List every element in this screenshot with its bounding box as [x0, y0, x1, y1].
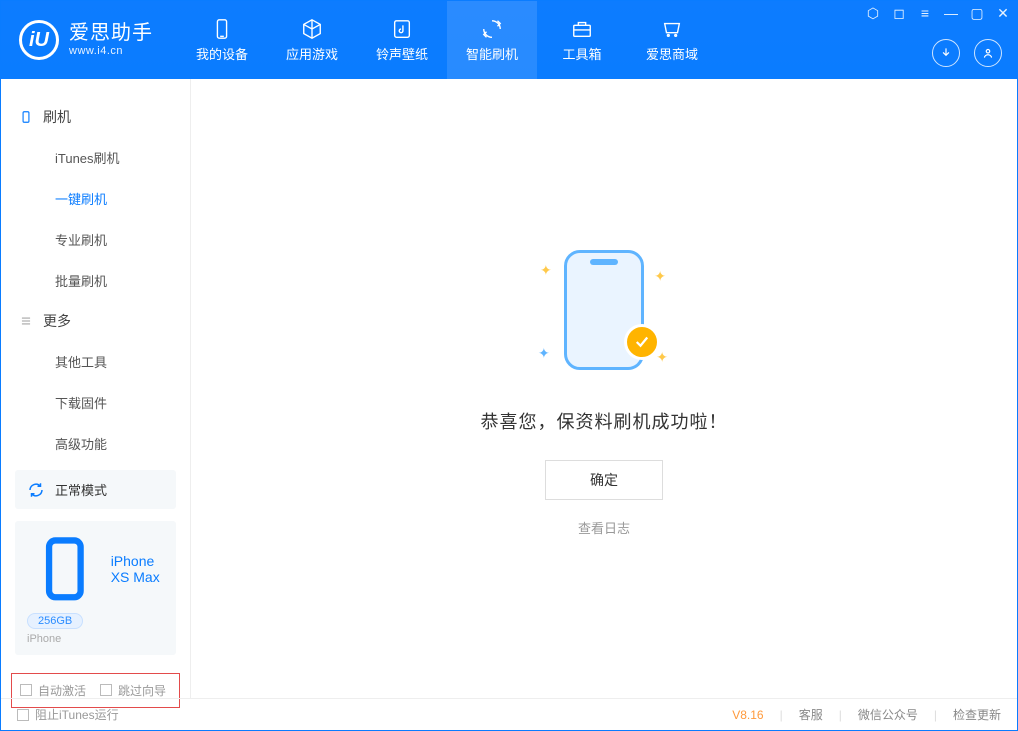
cart-icon: [659, 18, 685, 40]
sidebar: 刷机 iTunes刷机 一键刷机 专业刷机 批量刷机 更多 其他工具 下载固件 …: [1, 79, 191, 698]
main-content: ✦ ✦ ✦ ✦ 恭喜您，保资料刷机成功啦！ 确定 查看日志: [191, 79, 1017, 698]
device-type: iPhone: [27, 633, 164, 645]
rotate-icon: [479, 18, 505, 40]
cube-icon: [299, 18, 325, 40]
app-subtitle: www.i4.cn: [69, 45, 153, 58]
app-title: 爱思助手: [69, 21, 153, 45]
checkbox-auto-activate[interactable]: 自动激活: [20, 682, 86, 699]
nav-label: 铃声壁纸: [376, 44, 428, 63]
list-icon: [19, 314, 33, 328]
user-button[interactable]: [974, 39, 1002, 67]
refresh-icon: [27, 481, 45, 499]
support-link[interactable]: 客服: [799, 706, 823, 723]
sidebar-item-batch-flash[interactable]: 批量刷机: [1, 260, 190, 301]
success-check-icon: [624, 324, 660, 360]
device-mode-card[interactable]: 正常模式: [15, 470, 176, 509]
nav-app-games[interactable]: 应用游戏: [267, 1, 357, 79]
phone-icon: [19, 110, 33, 124]
music-icon: [389, 18, 415, 40]
main-nav: 我的设备 应用游戏 铃声壁纸 智能刷机 工具箱 爱思商域: [177, 1, 717, 79]
download-button[interactable]: [932, 39, 960, 67]
checkbox-label: 阻止iTunes运行: [35, 706, 119, 723]
phone-icon: [27, 531, 103, 607]
wechat-link[interactable]: 微信公众号: [858, 706, 918, 723]
device-storage-badge: 256GB: [27, 613, 83, 629]
app-header: iU 爱思助手 www.i4.cn 我的设备 应用游戏 铃声壁纸 智能刷机: [1, 1, 1017, 79]
nav-label: 工具箱: [562, 44, 601, 63]
checkbox-skip-guide[interactable]: 跳过向导: [100, 682, 166, 699]
nav-label: 爱思商域: [646, 44, 698, 63]
sparkle-icon: ✦: [540, 262, 552, 279]
check-update-link[interactable]: 检查更新: [953, 706, 1001, 723]
menu-icon[interactable]: ≡: [917, 5, 933, 21]
separator: |: [934, 708, 937, 722]
sidebar-item-itunes-flash[interactable]: iTunes刷机: [1, 137, 190, 178]
feedback-icon[interactable]: ◻: [891, 5, 907, 21]
sidebar-group-more: 更多: [1, 301, 190, 341]
device-info-card[interactable]: iPhone XS Max 256GB iPhone: [15, 521, 176, 655]
minimize-button[interactable]: —: [943, 5, 959, 21]
checkbox-icon: [20, 684, 32, 696]
sidebar-item-pro-flash[interactable]: 专业刷机: [1, 219, 190, 260]
nav-toolbox[interactable]: 工具箱: [537, 1, 627, 79]
success-message: 恭喜您，保资料刷机成功啦！: [481, 408, 728, 434]
version-label: V8.16: [732, 708, 763, 722]
sparkle-icon: ✦: [538, 345, 550, 362]
nav-label: 我的设备: [196, 44, 248, 63]
checkbox-label: 跳过向导: [118, 682, 166, 699]
sidebar-group-flash: 刷机: [1, 97, 190, 137]
sparkle-icon: ✦: [654, 268, 666, 285]
sidebar-item-onekey-flash[interactable]: 一键刷机: [1, 178, 190, 219]
sparkle-icon: ✦: [656, 349, 668, 366]
checkbox-label: 自动激活: [38, 682, 86, 699]
sidebar-item-other-tools[interactable]: 其他工具: [1, 341, 190, 382]
status-bar: 阻止iTunes运行 V8.16 | 客服 | 微信公众号 | 检查更新: [1, 698, 1017, 730]
checkbox-block-itunes[interactable]: 阻止iTunes运行: [17, 706, 119, 723]
mode-label: 正常模式: [55, 480, 107, 499]
checkbox-icon: [17, 709, 29, 721]
success-illustration: ✦ ✦ ✦ ✦: [534, 240, 674, 380]
separator: |: [839, 708, 842, 722]
logo-block: iU 爱思助手 www.i4.cn: [1, 1, 171, 79]
sidebar-item-advanced[interactable]: 高级功能: [1, 423, 190, 464]
checkbox-icon: [100, 684, 112, 696]
ok-button[interactable]: 确定: [545, 460, 663, 500]
maximize-button[interactable]: ▢: [969, 5, 985, 21]
nav-my-device[interactable]: 我的设备: [177, 1, 267, 79]
phone-icon: [209, 18, 235, 40]
sidebar-item-download-firmware[interactable]: 下载固件: [1, 382, 190, 423]
briefcase-icon: [569, 18, 595, 40]
nav-ringtone-wallpaper[interactable]: 铃声壁纸: [357, 1, 447, 79]
logo-icon: iU: [19, 20, 59, 60]
skin-icon[interactable]: ⬡: [865, 5, 881, 21]
nav-store[interactable]: 爱思商域: [627, 1, 717, 79]
nav-label: 智能刷机: [466, 44, 518, 63]
nav-label: 应用游戏: [286, 44, 338, 63]
group-label: 刷机: [43, 107, 71, 127]
separator: |: [780, 708, 783, 722]
device-name: iPhone XS Max: [111, 553, 164, 585]
nav-smart-flash[interactable]: 智能刷机: [447, 1, 537, 79]
view-log-link[interactable]: 查看日志: [578, 518, 630, 537]
group-label: 更多: [43, 311, 71, 331]
close-button[interactable]: ✕: [995, 5, 1011, 21]
